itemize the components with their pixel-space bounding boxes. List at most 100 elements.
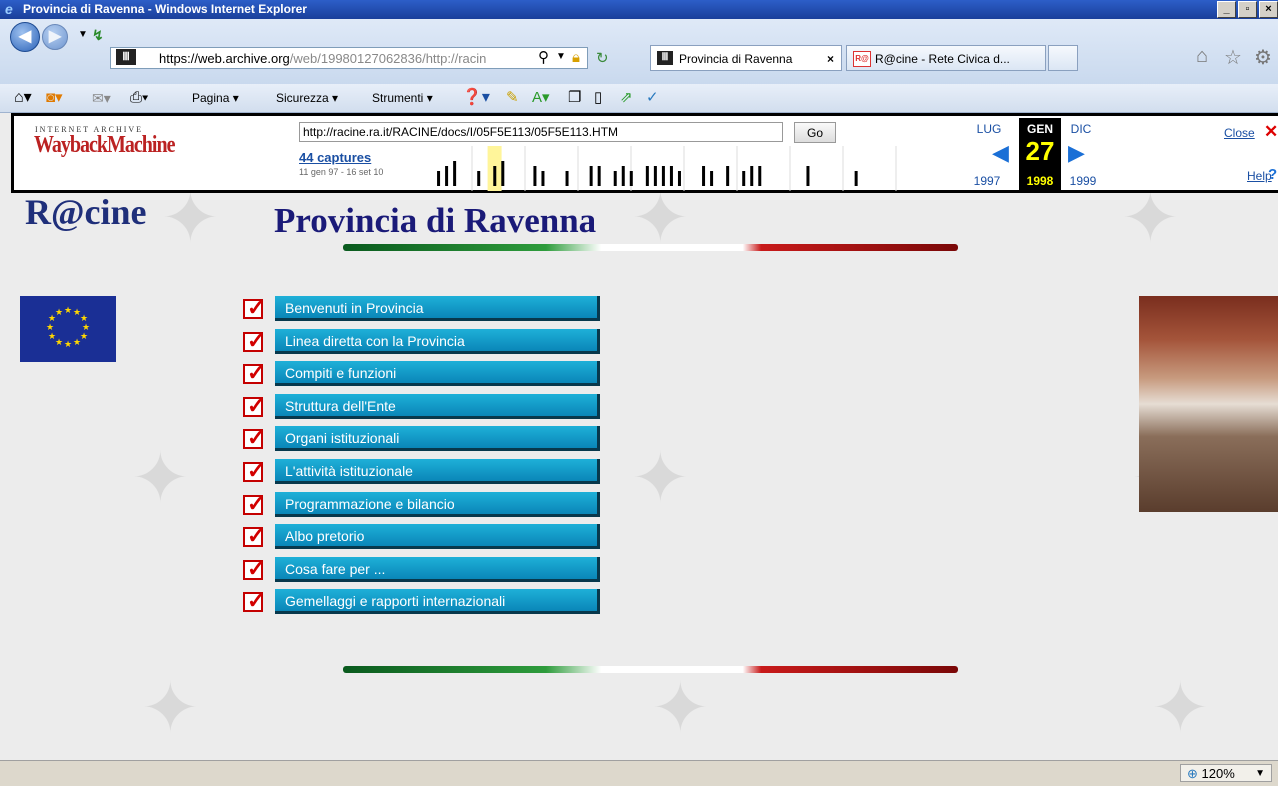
checkmark-icon: ✓	[243, 588, 265, 613]
capture-bar[interactable]	[533, 166, 537, 186]
prev-capture-arrow-icon[interactable]: ◀	[992, 140, 1009, 166]
capture-bar[interactable]	[645, 166, 649, 186]
menu-button[interactable]: Gemellaggi e rapporti internazionali	[275, 589, 600, 615]
lock-icon[interactable]: 🔒︎	[572, 49, 580, 66]
translate-icon[interactable]: A▾	[532, 84, 550, 112]
maximize-button[interactable]: ▫	[1238, 1, 1257, 18]
wayback-go-button[interactable]: Go	[794, 122, 836, 143]
next-month-link[interactable]: DIC	[1066, 122, 1096, 136]
close-icon[interactable]: ✕	[1264, 122, 1278, 142]
capture-bar[interactable]	[453, 161, 457, 186]
capture-bar[interactable]	[653, 166, 657, 186]
archive-favicon-icon: Ⅲ	[657, 51, 673, 65]
checkmark-icon: ✓	[243, 425, 265, 450]
capture-bar[interactable]	[613, 171, 617, 186]
back-button[interactable]: ◀	[10, 22, 40, 52]
next-capture-arrow-icon[interactable]: ▶	[1068, 140, 1085, 166]
capture-bar[interactable]	[565, 171, 569, 186]
capture-bar[interactable]	[669, 166, 673, 186]
checkmark-icon: ✓	[243, 458, 265, 483]
forward-button[interactable]: ▶	[42, 24, 68, 50]
next-year-link[interactable]: 1999	[1066, 174, 1100, 188]
close-window-button[interactable]: ×	[1259, 1, 1278, 18]
menu-button[interactable]: Linea diretta con la Provincia	[275, 328, 600, 354]
feeds-icon[interactable]: ◙▾	[46, 84, 63, 112]
capture-bar[interactable]	[621, 166, 625, 186]
capture-bar[interactable]	[589, 166, 593, 186]
capture-bar[interactable]	[445, 166, 449, 186]
minimize-button[interactable]: _	[1217, 1, 1236, 18]
capture-bar[interactable]	[477, 171, 481, 186]
prev-year-link[interactable]: 1997	[972, 174, 1002, 188]
menu-button[interactable]: Struttura dell'Ente	[275, 393, 600, 419]
capture-bar[interactable]	[710, 171, 714, 186]
menu-pagina[interactable]: Pagina ▾	[192, 84, 239, 112]
home-icon[interactable]: ⌂▾	[14, 84, 32, 112]
menu-button[interactable]: Cosa fare per ...	[275, 556, 600, 582]
favorites-star-icon[interactable]: ☆	[1224, 45, 1242, 70]
capture-bar[interactable]	[702, 166, 706, 186]
research-icon[interactable]: ✎	[506, 84, 519, 112]
racine-logo[interactable]: R@cine	[25, 193, 146, 233]
menu-button[interactable]: Benvenuti in Provincia	[275, 296, 600, 321]
address-dropdown-icon[interactable]: ▼	[556, 51, 566, 62]
address-bar[interactable]: https://web.archive.org/web/199801270628…	[110, 47, 588, 69]
capture-bar[interactable]	[854, 171, 858, 186]
capture-bar[interactable]	[597, 166, 601, 186]
menu-sicurezza[interactable]: Sicurezza ▾	[276, 84, 338, 112]
mail-icon[interactable]: ✉▾	[92, 84, 111, 112]
print-icon[interactable]: ⎙▾	[130, 84, 148, 112]
capture-bar[interactable]	[677, 171, 681, 186]
menu-button[interactable]: Programmazione e bilancio	[275, 491, 600, 517]
wayback-close-link[interactable]: Close	[1224, 126, 1255, 140]
eu-flag-icon[interactable]: ★ ★ ★ ★ ★ ★ ★ ★ ★ ★ ★ ★	[20, 296, 116, 362]
capture-bar[interactable]	[758, 166, 762, 186]
wayback-logo[interactable]: WaybackMachine	[34, 132, 175, 160]
menu-button[interactable]: Organi istituzionali	[275, 426, 600, 452]
home-icon[interactable]: ⌂	[1196, 45, 1208, 68]
capture-bar[interactable]	[493, 166, 497, 186]
tab-provincia[interactable]: Ⅲ Provincia di Ravenna ×	[650, 45, 842, 71]
current-year: 1998	[1026, 174, 1054, 188]
left-frame-edge	[0, 113, 11, 760]
search-icon[interactable]: ⚲	[538, 48, 549, 66]
menu-button[interactable]: Albo pretorio	[275, 524, 600, 550]
prev-month-link[interactable]: LUG	[974, 122, 1004, 136]
capture-bar[interactable]	[742, 171, 746, 186]
wayback-toolbar: INTERNET ARCHIVE WaybackMachine http://r…	[11, 113, 1278, 193]
menu-button[interactable]: Compiti e funzioni	[275, 361, 600, 387]
menu-strumenti[interactable]: Strumenti ▾	[372, 84, 433, 112]
svg-text:★: ★	[55, 338, 63, 348]
gear-icon[interactable]: ⚙	[1254, 45, 1272, 70]
new-tab-button[interactable]	[1048, 45, 1078, 71]
capture-bar[interactable]	[750, 166, 754, 186]
tab-racine[interactable]: R@ R@cine - Rete Civica d...	[846, 45, 1046, 71]
capture-sparkline[interactable]	[419, 146, 949, 191]
refresh-icon[interactable]: ↻	[596, 49, 609, 67]
capture-bar[interactable]	[726, 166, 730, 186]
close-tab-button[interactable]: ×	[827, 46, 834, 70]
wayback-url-input[interactable]: http://racine.ra.it/RACINE/docs/I/05F5E1…	[299, 122, 783, 142]
racine-favicon-icon: R@	[853, 51, 871, 67]
notes-icon[interactable]: ▯	[594, 84, 602, 112]
capture-bar[interactable]	[806, 166, 810, 186]
capture-bar[interactable]	[437, 171, 441, 186]
menu-button[interactable]: L'attività istituzionale	[275, 459, 600, 484]
captures-link[interactable]: 44 captures	[299, 150, 371, 165]
compat-view-icon[interactable]: ↯	[92, 27, 104, 44]
copy-icon[interactable]: ❐	[568, 84, 581, 112]
recent-pages-dropdown-icon[interactable]: ▼	[78, 29, 88, 40]
capture-bar[interactable]	[541, 171, 545, 186]
svg-text:★: ★	[48, 332, 56, 342]
capture-bar[interactable]	[501, 161, 505, 186]
zoom-control[interactable]: ⊕ 120% ▼	[1180, 764, 1272, 782]
capture-bar[interactable]	[629, 171, 633, 186]
check-icon[interactable]: ✓	[646, 84, 659, 112]
help-question-icon[interactable]: ?	[1268, 166, 1277, 183]
help-icon[interactable]: ❓▾	[462, 84, 490, 112]
zoom-icon: ⊕	[1187, 766, 1198, 781]
tricolor-divider-top	[343, 244, 958, 251]
eagle-watermark-icon: ✦	[141, 667, 200, 749]
capture-bar[interactable]	[661, 166, 665, 186]
send-icon[interactable]: ⇗	[620, 84, 633, 112]
